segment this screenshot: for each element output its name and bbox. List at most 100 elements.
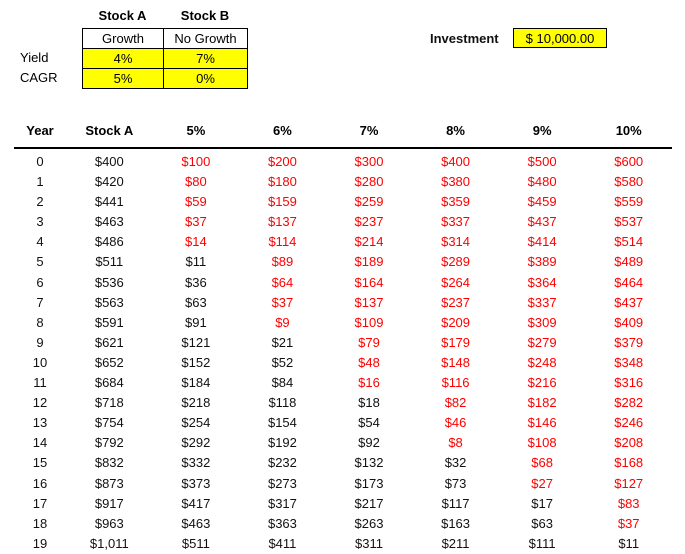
table-row: 1 $420 $80 $180 $280 $380 $480 $580 bbox=[14, 172, 672, 192]
cell-value: $459 bbox=[527, 194, 557, 210]
cell-value: $11 bbox=[185, 254, 207, 270]
table-row: 8 $591 $91 $9 $109 $209 $309 $409 bbox=[14, 313, 672, 333]
cell-value: $154 bbox=[267, 415, 297, 431]
cell-value: $718 bbox=[94, 395, 124, 411]
table-row: 12 $718 $218 $118 $18 $82 $182 $282 bbox=[14, 393, 672, 413]
cell-year: 2 bbox=[36, 194, 44, 210]
cell-value: $292 bbox=[181, 435, 211, 451]
cell-value: $89 bbox=[271, 254, 294, 270]
cell-value: $63 bbox=[185, 294, 207, 310]
cell-value: $152 bbox=[181, 354, 211, 370]
table-row: 2 $441 $59 $159 $259 $359 $459 $559 bbox=[14, 192, 672, 212]
cell-value: $437 bbox=[614, 294, 644, 310]
assumptions-cell-cagr-b[interactable]: 0% bbox=[163, 68, 248, 89]
cell-value: $121 bbox=[181, 334, 211, 350]
cell-value: $337 bbox=[527, 294, 557, 310]
cell-value: $173 bbox=[354, 475, 384, 491]
cell-value: $189 bbox=[354, 254, 384, 270]
cell-value: $27 bbox=[531, 475, 553, 491]
cell-value: $511 bbox=[95, 254, 124, 270]
cell-value: $363 bbox=[267, 515, 297, 531]
table-row: 7 $563 $63 $37 $137 $237 $337 $437 bbox=[14, 293, 672, 313]
cell-year: 11 bbox=[33, 375, 47, 391]
cell-value: $46 bbox=[444, 415, 467, 431]
table-row: 3 $463 $37 $137 $237 $337 $437 $537 bbox=[14, 212, 672, 232]
cell-value: $359 bbox=[441, 194, 471, 210]
cell-value: $148 bbox=[441, 354, 471, 370]
cell-value: $373 bbox=[181, 475, 211, 491]
cell-value: $180 bbox=[267, 174, 297, 190]
cell-value: $8 bbox=[448, 435, 463, 451]
cell-value: $127 bbox=[614, 475, 644, 491]
cell-value: $63 bbox=[531, 515, 553, 531]
investment-label: Investment bbox=[430, 31, 499, 46]
assumptions-cell-growth-a: Growth bbox=[82, 28, 164, 49]
cell-value: $11 bbox=[618, 535, 640, 551]
assumptions-grid: Growth No Growth 4% 7% 5% 0% bbox=[82, 28, 248, 89]
projection-column-header-2: 5% bbox=[152, 116, 240, 149]
assumptions-cell-yield-a[interactable]: 4% bbox=[82, 48, 164, 69]
cell-value: $109 bbox=[354, 314, 384, 330]
cell-value: $163 bbox=[441, 515, 471, 531]
cell-value: $237 bbox=[354, 214, 384, 230]
cell-value: $9 bbox=[275, 314, 290, 330]
assumptions-header-stock-a: Stock A bbox=[98, 8, 147, 23]
cell-value: $80 bbox=[185, 174, 207, 190]
cell-value: $420 bbox=[94, 174, 124, 190]
cell-value: $211 bbox=[441, 535, 470, 551]
assumptions-yield-row: 4% 7% bbox=[82, 48, 248, 69]
assumptions-cagr-row: 5% 0% bbox=[82, 68, 248, 89]
cell-value: $237 bbox=[441, 294, 471, 310]
assumptions-header-stock-b: Stock B bbox=[180, 8, 230, 23]
cell-value: $537 bbox=[614, 214, 644, 230]
cell-value: $84 bbox=[271, 375, 294, 391]
projection-column-header-5: 8% bbox=[412, 116, 499, 149]
cell-value: $52 bbox=[271, 354, 294, 370]
cell-value: $832 bbox=[94, 455, 124, 471]
cell-value: $64 bbox=[271, 274, 294, 290]
cell-value: $463 bbox=[94, 214, 124, 230]
cell-value: $73 bbox=[444, 475, 467, 491]
cell-value: $514 bbox=[614, 234, 644, 250]
cell-value: $963 bbox=[94, 515, 124, 531]
cell-year: 19 bbox=[32, 535, 48, 551]
cell-value: $83 bbox=[617, 495, 640, 511]
projection-column-header-3: 6% bbox=[239, 116, 326, 149]
table-row: 19 $1,011 $511 $411 $311 $211 $111 $11 bbox=[14, 534, 672, 554]
cell-value: $400 bbox=[94, 154, 124, 169]
cell-value: $511 bbox=[181, 535, 210, 551]
cell-value: $82 bbox=[444, 395, 467, 411]
cell-value: $380 bbox=[441, 174, 471, 190]
cell-value: $259 bbox=[354, 194, 384, 210]
cell-value: $417 bbox=[181, 495, 211, 511]
cell-value: $116 bbox=[441, 375, 470, 391]
cell-value: $18 bbox=[358, 395, 380, 411]
cell-year: 12 bbox=[32, 395, 48, 411]
cell-value: $289 bbox=[441, 254, 471, 270]
cell-value: $409 bbox=[614, 314, 644, 330]
cell-value: $159 bbox=[267, 194, 297, 210]
cell-year: 16 bbox=[32, 475, 48, 491]
cell-value: $263 bbox=[354, 515, 384, 531]
cell-value: $414 bbox=[527, 234, 557, 250]
cell-value: $209 bbox=[441, 314, 471, 330]
table-row: 6 $536 $36 $64 $164 $264 $364 $464 bbox=[14, 273, 672, 293]
cell-value: $91 bbox=[185, 314, 207, 330]
cell-value: $364 bbox=[527, 274, 557, 290]
cell-value: $316 bbox=[614, 375, 644, 391]
cell-value: $486 bbox=[94, 234, 124, 250]
projection-table: Year Stock A 5% 6% 7% 8% 9% 10% 0 $400 $100 $200 $3… bbox=[14, 116, 672, 554]
cell-value: $111 bbox=[528, 535, 556, 551]
cell-value: $100 bbox=[181, 154, 211, 169]
cell-value: $21 bbox=[271, 334, 294, 350]
cell-value: $217 bbox=[354, 495, 384, 511]
cell-value: $754 bbox=[94, 415, 124, 431]
cell-year: 10 bbox=[32, 354, 48, 370]
cell-value: $917 bbox=[94, 495, 124, 511]
cell-value: $37 bbox=[185, 214, 207, 230]
cell-value: $264 bbox=[441, 274, 471, 290]
investment-value-field[interactable]: $ 10,000.00 bbox=[513, 28, 607, 48]
assumptions-cell-yield-b[interactable]: 7% bbox=[163, 48, 248, 69]
cell-value: $17 bbox=[531, 495, 553, 511]
assumptions-cell-cagr-a[interactable]: 5% bbox=[82, 68, 164, 89]
